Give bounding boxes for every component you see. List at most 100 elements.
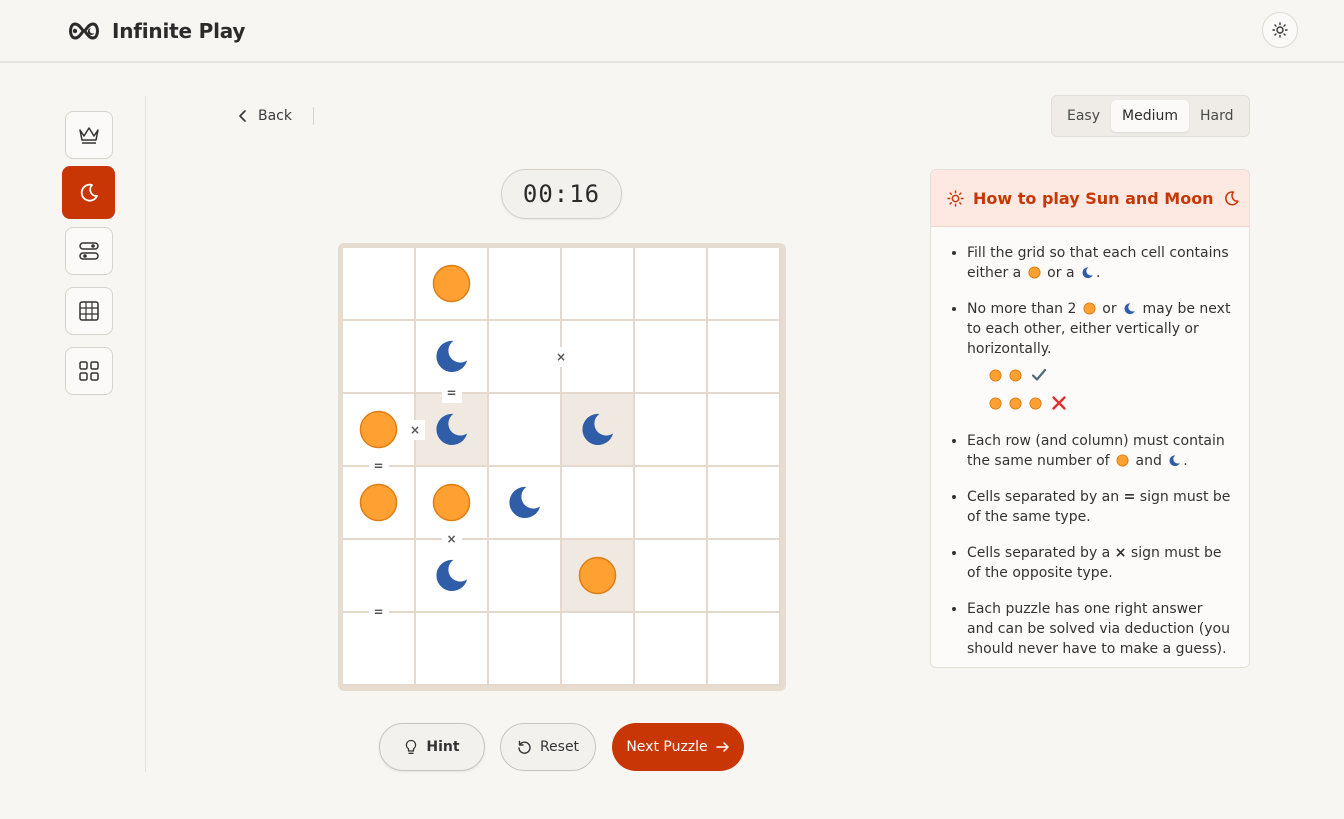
board-cell-r3-c4[interactable] xyxy=(635,467,706,538)
how-to-play-title: How to play Sun and Moon xyxy=(973,188,1214,208)
rule-item: No more than 2 or may be next to each ot… xyxy=(967,299,1231,415)
reset-icon xyxy=(518,740,531,754)
board-cell-r4-c5[interactable] xyxy=(708,540,779,611)
moon-piece-icon xyxy=(1124,303,1135,315)
sidebar-item-sun-and-moon[interactable] xyxy=(62,166,115,219)
board-cell-r0-c3[interactable] xyxy=(562,248,633,319)
reset-button[interactable]: Reset xyxy=(500,723,596,771)
sun-piece-icon xyxy=(989,396,1002,410)
board-cell-r5-c0[interactable] xyxy=(343,613,414,684)
board-cell-r3-c5[interactable] xyxy=(708,467,779,538)
invalid-example xyxy=(987,391,1231,415)
sidebar-divider xyxy=(145,96,146,772)
moon-piece-icon xyxy=(582,413,614,446)
moon-icon xyxy=(80,183,98,202)
rule-text: and xyxy=(1135,453,1162,469)
rule-text: Each puzzle has one right answer and can… xyxy=(967,601,1230,657)
moon-piece-icon xyxy=(1082,267,1093,279)
app-logo[interactable]: Infinite Play xyxy=(66,19,245,43)
hint-button[interactable]: Hint xyxy=(379,723,485,771)
sun-icon xyxy=(1272,22,1288,38)
board-cell-r2-c0[interactable] xyxy=(343,394,414,465)
equal-symbol: = xyxy=(1123,489,1136,505)
rule-item: Each row (and column) must contain the s… xyxy=(967,431,1231,471)
board-cell-r5-c2[interactable] xyxy=(489,613,560,684)
board-cell-r2-c4[interactable] xyxy=(635,394,706,465)
sun-piece-icon xyxy=(1028,266,1041,279)
rule-text: or a xyxy=(1047,265,1075,281)
sun-piece-icon xyxy=(1083,302,1096,315)
board-cell-r5-c5[interactable] xyxy=(708,613,779,684)
board-cell-r0-c4[interactable] xyxy=(635,248,706,319)
sun-piece-icon xyxy=(578,556,617,595)
rule-item: Cells separated by an = sign must be of … xyxy=(967,487,1231,527)
board-cell-r4-c4[interactable] xyxy=(635,540,706,611)
sun-piece-icon xyxy=(1009,396,1022,410)
back-button[interactable]: Back xyxy=(238,105,292,127)
sidebar-item-grid[interactable] xyxy=(65,287,113,335)
top-header: Infinite Play xyxy=(0,0,1344,63)
board-cell-r4-c0[interactable] xyxy=(343,540,414,611)
check-icon xyxy=(1031,368,1047,381)
board-cell-r4-c1[interactable] xyxy=(416,540,487,611)
next-puzzle-button[interactable]: Next Puzzle xyxy=(612,723,744,771)
board-cell-r5-c4[interactable] xyxy=(635,613,706,684)
board-cell-r1-c5[interactable] xyxy=(708,321,779,392)
board-cell-r2-c2[interactable] xyxy=(489,394,560,465)
sun-piece-icon xyxy=(1009,368,1022,382)
board-cell-r1-c0[interactable] xyxy=(343,321,414,392)
board-cell-r4-c3[interactable] xyxy=(562,540,633,611)
rule-item: Cells separated by a × sign must be of t… xyxy=(967,543,1231,583)
board-cell-r5-c3[interactable] xyxy=(562,613,633,684)
sidebar-item-paths[interactable] xyxy=(65,227,113,275)
board-cell-r1-c1[interactable] xyxy=(416,321,487,392)
board-cell-r3-c1[interactable] xyxy=(416,467,487,538)
lightbulb-icon xyxy=(406,739,417,754)
game-board: × = × = × = xyxy=(338,243,786,691)
hint-label: Hint xyxy=(426,739,460,755)
theme-toggle-button[interactable] xyxy=(1262,12,1298,48)
rule-text: . xyxy=(1183,453,1188,469)
moon-piece-icon xyxy=(1169,455,1181,467)
app-title: Infinite Play xyxy=(112,19,246,43)
board-cell-r2-c3[interactable] xyxy=(562,394,633,465)
cross-icon xyxy=(1052,396,1066,410)
board-cell-r0-c0[interactable] xyxy=(343,248,414,319)
sun-piece-icon xyxy=(989,368,1002,382)
board-cell-r0-c1[interactable] xyxy=(416,248,487,319)
board-cell-r1-c4[interactable] xyxy=(635,321,706,392)
reset-label: Reset xyxy=(539,739,580,755)
moon-piece-icon xyxy=(436,413,468,446)
sun-piece-icon xyxy=(1116,454,1129,467)
sidebar-item-all-games[interactable] xyxy=(65,347,113,395)
board-cell-r1-c2[interactable] xyxy=(489,321,560,392)
rule-text: . xyxy=(1095,265,1101,281)
board-cell-r3-c0[interactable] xyxy=(343,467,414,538)
board-cell-r4-c2[interactable] xyxy=(489,540,560,611)
next-puzzle-label: Next Puzzle xyxy=(626,739,708,755)
difficulty-hard[interactable]: Hard xyxy=(1189,100,1245,132)
game-timer: 00:16 xyxy=(501,169,622,219)
board-cell-r3-c2[interactable] xyxy=(489,467,560,538)
sun-piece-icon xyxy=(432,483,471,522)
sun-icon xyxy=(947,189,964,207)
how-to-play-panel: How to play Sun and Moon Fill the grid s… xyxy=(930,169,1250,668)
board-cell-r2-c1[interactable] xyxy=(416,394,487,465)
rule-item: Each puzzle has one right answer and can… xyxy=(967,599,1231,659)
difficulty-medium[interactable]: Medium xyxy=(1111,100,1189,132)
board-cell-r0-c5[interactable] xyxy=(708,248,779,319)
rule-text: or xyxy=(1102,301,1117,317)
sun-piece-icon xyxy=(359,483,398,522)
how-to-play-header: How to play Sun and Moon xyxy=(931,170,1249,227)
board-cell-r0-c2[interactable] xyxy=(489,248,560,319)
board-cell-r3-c3[interactable] xyxy=(562,467,633,538)
board-cell-r1-c3[interactable] xyxy=(562,321,633,392)
rule-text: No more than 2 xyxy=(967,301,1077,317)
board-cell-r2-c5[interactable] xyxy=(708,394,779,465)
valid-example xyxy=(987,363,1231,387)
board-grid: × = × = × = xyxy=(343,248,781,686)
sidebar-item-queens[interactable] xyxy=(65,111,113,159)
difficulty-easy[interactable]: Easy xyxy=(1056,100,1111,132)
board-cell-r5-c1[interactable] xyxy=(416,613,487,684)
route-icon xyxy=(79,242,99,260)
